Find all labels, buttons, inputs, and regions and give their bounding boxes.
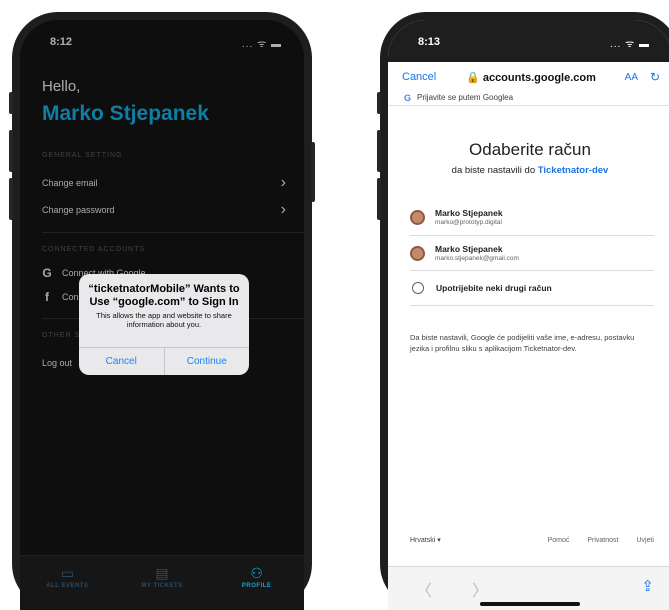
mute-switch — [9, 92, 13, 114]
sign-in-permission-alert: “ticketnatorMobile” Wants to Use “google… — [79, 274, 249, 375]
alert-continue-button[interactable]: Continue — [163, 348, 250, 375]
footer-link-privacy[interactable]: Privatnost — [587, 537, 618, 544]
subtitle-prefix: da biste nastavili do — [451, 165, 536, 176]
privacy-notice: Da biste nastavili, Google će podijeliti… — [410, 333, 635, 353]
google-strip-text: Prijavite se putem Googlea — [417, 93, 514, 102]
reload-icon[interactable]: ↻ — [650, 70, 660, 84]
use-another-account-label: Upotrijebite neki drugi račun — [436, 283, 552, 293]
page-footer: Hrvatski ▾ Pomoć Privatnost Uvjeti — [410, 532, 654, 548]
tab-bar: ▭ ALL EVENTS ▤ MY TICKETS ⚇ PROFILE — [20, 555, 304, 610]
safari-cancel-button[interactable]: Cancel — [402, 71, 436, 83]
google-account-chooser-screen: 8:13 ... ᯤ ▬ Cancel 🔒 accounts.google.co… — [388, 20, 669, 610]
avatar — [410, 209, 425, 225]
notch — [460, 20, 600, 46]
tab-label: MY TICKETS — [141, 583, 183, 589]
volume-down-button — [377, 178, 381, 220]
phone-right: 8:13 ... ᯤ ▬ Cancel 🔒 accounts.google.co… — [377, 12, 669, 610]
use-another-account-item[interactable]: Upotrijebite neki drugi račun — [410, 271, 654, 305]
account-email: marko@prototyp.digital — [435, 218, 502, 226]
avatar — [410, 245, 425, 261]
tab-label: PROFILE — [241, 583, 272, 589]
tab-profile[interactable]: ⚇ PROFILE — [209, 556, 304, 610]
volume-up-button — [377, 130, 381, 172]
profile-icon: ⚇ — [250, 565, 263, 581]
footer-link-terms[interactable]: Uvjeti — [636, 537, 654, 544]
account-name: Marko Stjepanek — [435, 243, 503, 254]
footer-link-help[interactable]: Pomoć — [548, 537, 570, 544]
calendar-icon: ▭ — [60, 565, 74, 581]
page-title: Odaberite račun — [469, 140, 591, 159]
app-name-link[interactable]: Ticketnator-dev — [538, 165, 609, 176]
language-selector[interactable]: Hrvatski ▾ — [410, 536, 441, 544]
alert-title: “ticketnatorMobile” Wants to Use “google… — [88, 283, 240, 308]
safari-sheet-header: Cancel 🔒 accounts.google.com AA ↻ — [388, 66, 669, 88]
mute-switch — [377, 92, 381, 114]
share-icon[interactable]: ⇪ — [641, 577, 654, 595]
account-divider — [410, 305, 654, 306]
tab-my-tickets[interactable]: ▤ MY TICKETS — [115, 556, 210, 610]
volume-down-button — [9, 178, 13, 220]
power-button — [311, 142, 315, 202]
alert-cancel-button[interactable]: Cancel — [79, 348, 164, 375]
ticket-icon: ▤ — [155, 565, 169, 581]
status-icons: ... ᯤ ▬ — [609, 39, 650, 50]
address-bar[interactable]: 🔒 accounts.google.com — [446, 71, 616, 84]
forward-icon[interactable]: 〉 — [472, 577, 488, 601]
google-logo-icon: G — [404, 92, 412, 103]
account-item[interactable]: Marko Stjepanek marko.stjepanek@gmail.co… — [410, 236, 654, 270]
status-time: 8:13 — [418, 36, 441, 48]
account-circle-icon — [412, 282, 424, 294]
google-signin-strip: G Prijavite se putem Googlea — [388, 90, 669, 106]
account-name: Marko Stjepanek — [435, 207, 503, 218]
alert-message: This allows the app and website to share… — [96, 311, 232, 329]
tab-label: ALL EVENTS — [46, 583, 89, 589]
home-indicator — [480, 602, 580, 606]
reader-aa-button[interactable]: AA — [625, 72, 638, 83]
volume-up-button — [9, 130, 13, 172]
tab-all-events[interactable]: ▭ ALL EVENTS — [20, 556, 115, 610]
account-email: marko.stjepanek@gmail.com — [435, 254, 519, 262]
profile-screen: 8:12 ... ᯤ ▬ Hello, Marko Stjepanek GENE… — [20, 20, 304, 610]
page-subtitle: da biste nastavili do Ticketnator-dev — [388, 165, 669, 176]
phone-left: 8:12 ... ᯤ ▬ Hello, Marko Stjepanek GENE… — [9, 12, 315, 610]
account-item[interactable]: Marko Stjepanek marko@prototyp.digital — [410, 200, 654, 234]
status-bar: 8:13 ... ᯤ ▬ — [388, 20, 669, 62]
alert-buttons: Cancel Continue — [79, 347, 249, 375]
back-icon[interactable]: 〈 — [416, 577, 432, 601]
